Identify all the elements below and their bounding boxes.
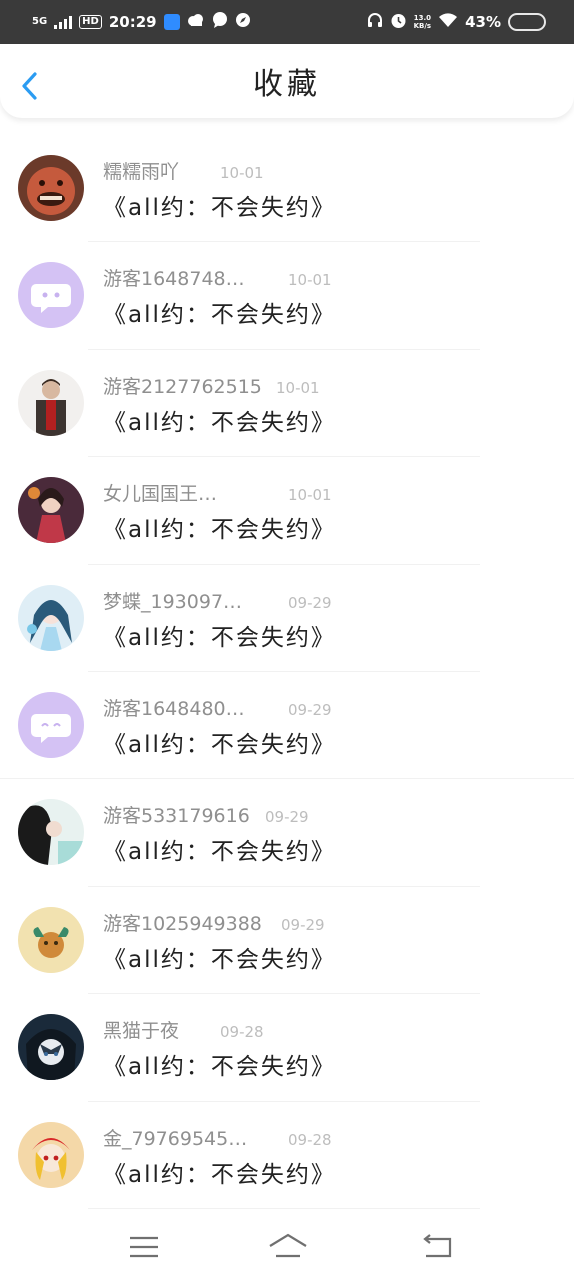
item-meta: 游客1648480… 09-29 [103,694,332,721]
compass-icon [235,12,251,32]
network-type: 5G [32,16,48,27]
item-time: 09-28 [220,1023,264,1042]
status-right: 13.0 KB/s 43% [367,12,546,33]
item-time: 09-29 [265,808,309,827]
item-time: 10-01 [276,378,320,397]
avatar[interactable] [18,906,84,973]
headphones-icon [367,12,383,32]
item-time: 09-28 [288,1130,332,1149]
item-meta: 游客1025949388 09-29 [103,909,325,936]
home-icon[interactable] [266,1230,310,1264]
chat-bubble-icon [212,12,228,32]
list-item[interactable]: 游客2127762515 10-01 《all约：不会失约》 [0,350,574,458]
item-title: 《all约：不会失约》 [103,302,336,329]
net-speed-value: 13.0 [413,14,431,22]
default-chat-avatar-icon[interactable] [18,691,84,758]
user-name: 游客1648748… [103,268,245,291]
item-title: 《all约：不会失约》 [103,409,336,436]
favorites-list: 糯糯雨吖 10-01 《all约：不会失约》 游客1648748… 10-01 … [0,135,574,1210]
item-meta: 金_79769545… 09-28 [103,1124,332,1151]
header: 收藏 [0,44,574,118]
item-meta: 糯糯雨吖 10-01 [103,157,264,184]
list-item[interactable]: 游客1648748… 10-01 《all约：不会失约》 [0,242,574,351]
item-time: 10-01 [288,486,332,505]
user-name: 游客533179616 [103,805,250,828]
hd-badge: HD [79,15,102,29]
cloud-icon [187,13,205,31]
item-time: 10-01 [220,164,264,182]
user-name: 游客2127762515 [103,375,262,398]
item-meta: 女儿国国王… 10-01 [103,479,332,506]
wifi-icon [438,12,458,32]
list-item[interactable]: 女儿国国王… 10-01 《all约：不会失约》 [0,457,574,565]
page-title: 收藏 [253,67,321,102]
battery-icon [508,13,546,31]
item-title: 《all约：不会失约》 [103,624,336,651]
item-title: 《all约：不会失约》 [103,195,336,221]
menu-icon[interactable] [124,1230,164,1264]
list-item[interactable]: 金_79769545… 09-28 《all约：不会失约》 [0,1102,574,1210]
net-speed: 13.0 KB/s [414,14,431,30]
item-title: 《all约：不会失约》 [103,517,336,544]
alarm-icon [390,12,407,33]
user-name: 梦蝶_193097… [103,590,243,613]
user-name: 游客1025949388 [103,912,262,935]
back-icon[interactable] [418,1230,458,1264]
list-item[interactable]: 糯糯雨吖 10-01 《all约：不会失约》 [0,135,574,243]
signal-icon [54,15,73,29]
user-name: 金_79769545… [103,1127,248,1150]
status-left: 5G HD 20:29 [32,12,251,32]
user-name: 游客1648480… [103,697,245,720]
item-time: 10-01 [288,271,332,290]
status-bar: 5G HD 20:29 13.0 KB/s 43% [0,0,574,44]
item-title: 《all约：不会失约》 [103,1054,336,1081]
item-meta: 游客2127762515 10-01 [103,372,320,399]
item-title: 《all约：不会失约》 [103,731,336,758]
item-time: 09-29 [281,915,325,934]
avatar[interactable] [18,155,84,221]
app-notification-icon [163,14,180,30]
item-title: 《all约：不会失约》 [103,946,336,973]
net-speed-unit: KB/s [413,22,432,30]
back-arrow-icon[interactable] [18,70,42,102]
user-name: 女儿国国王… [103,483,218,506]
item-meta: 黑猫于夜 09-28 [103,1016,264,1043]
avatar[interactable] [18,369,84,436]
list-item[interactable]: 游客1648480… 09-29 《all约：不会失约》 [0,672,574,780]
item-time: 09-29 [288,593,332,612]
user-name: 糯糯雨吖 [103,161,180,183]
default-chat-avatar-icon[interactable] [18,262,84,329]
avatar[interactable] [18,1121,84,1188]
user-name: 黑猫于夜 [103,1020,180,1043]
item-time: 09-29 [288,700,332,719]
item-title: 《all约：不会失约》 [103,839,336,866]
item-meta: 游客1648748… 10-01 [103,264,332,291]
bottom-nav [0,1210,574,1280]
list-item[interactable]: 黑猫于夜 09-28 《all约：不会失约》 [0,994,574,1102]
status-time: 20:29 [108,13,157,31]
list-item[interactable]: 游客1025949388 09-29 《all约：不会失约》 [0,887,574,995]
avatar[interactable] [18,477,84,544]
avatar[interactable] [18,584,84,651]
avatar[interactable] [18,1014,84,1081]
item-meta: 游客533179616 09-29 [103,801,309,828]
item-title: 《all约：不会失约》 [103,1161,336,1188]
avatar[interactable] [18,799,84,866]
battery-percent: 43% [465,13,501,31]
item-meta: 梦蝶_193097… 09-29 [103,587,332,614]
list-item[interactable]: 梦蝶_193097… 09-29 《all约：不会失约》 [0,565,574,673]
list-item[interactable]: 游客533179616 09-29 《all约：不会失约》 [0,779,574,888]
